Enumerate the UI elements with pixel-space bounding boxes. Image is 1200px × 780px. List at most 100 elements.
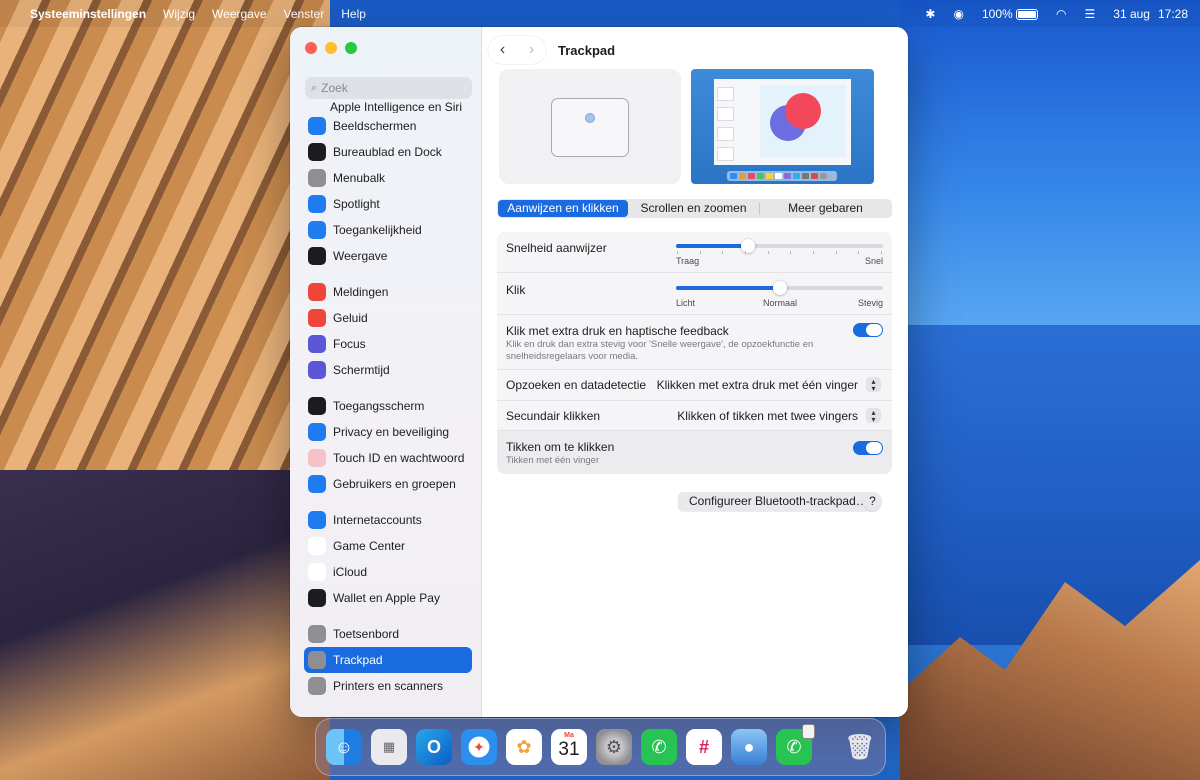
sidebar-item-hand[interactable]: Privacy en beveiliging: [304, 419, 472, 445]
dock-whatsapp-2[interactable]: ✆: [776, 724, 815, 765]
click-slider[interactable]: [676, 281, 883, 295]
sidebar-item-label: Toegankelijkheid: [333, 223, 422, 237]
sidebar-item-moon[interactable]: Focus: [304, 331, 472, 357]
sidebar-item-sun[interactable]: Beeldschermen: [304, 113, 472, 139]
sidebar-item-gamecenter[interactable]: Game Center: [304, 533, 472, 559]
sidebar-item-wallet[interactable]: Wallet en Apple Pay: [304, 585, 472, 611]
sidebar-item-appearance[interactable]: Weergave: [304, 243, 472, 269]
wifi-icon[interactable]: ◠: [1056, 7, 1066, 21]
bluetooth-icon[interactable]: ✱: [925, 7, 935, 21]
click-knob[interactable]: [773, 281, 787, 295]
tap-to-click-toggle[interactable]: [853, 441, 883, 455]
menubar-icon: [308, 169, 326, 187]
menu-help[interactable]: Help: [341, 7, 366, 21]
sidebar-item-keyboard[interactable]: Toetsenbord: [304, 621, 472, 647]
sidebar-item-label: Touch ID en wachtwoord: [333, 451, 465, 465]
screen-preview: [691, 69, 874, 184]
battery-icon: [1016, 8, 1039, 20]
sidebar-item-dock[interactable]: Bureaublad en Dock: [304, 139, 472, 165]
battery-status[interactable]: 100%: [982, 7, 1039, 21]
dock-launchpad[interactable]: ▦: [371, 729, 407, 765]
sidebar-item-label: Internetaccounts: [333, 513, 422, 527]
menu-venster[interactable]: Venster: [284, 7, 325, 21]
dock-trash[interactable]: 🗑: [842, 729, 878, 765]
lock-icon: [308, 397, 326, 415]
tab-aanwijzen[interactable]: Aanwijzen en klikken: [498, 200, 628, 217]
pointer-speed-min: Traag: [676, 256, 700, 266]
lookup-popup[interactable]: Klikken met extra druk met één vinger ▴ ▾: [657, 377, 881, 392]
pointer-speed-fill: [676, 244, 748, 248]
sidebar-item-search[interactable]: Spotlight: [304, 191, 472, 217]
sidebar-item-lock[interactable]: Toegangsscherm: [304, 393, 472, 419]
wallpaper-sky: [900, 0, 1200, 325]
sidebar-item-label: Printers en scanners: [333, 679, 444, 693]
pointer-speed-slider[interactable]: [676, 239, 883, 253]
fingerprint-icon: [308, 449, 326, 467]
sidebar-item-menubar[interactable]: Menubalk: [304, 165, 472, 191]
sidebar-item-speaker[interactable]: Geluid: [304, 305, 472, 331]
dock-app-blue[interactable]: ●: [731, 729, 767, 765]
tab-scrollen[interactable]: Scrollen en zoomen: [628, 200, 759, 217]
navigation-buttons: ‹ ›: [488, 36, 546, 64]
sidebar-item-accessibility[interactable]: Toegankelijkheid: [304, 217, 472, 243]
dock-finder[interactable]: ☺: [326, 729, 362, 765]
sidebar-item-trackpad[interactable]: Trackpad: [304, 647, 472, 673]
dock-whatsapp[interactable]: ✆: [641, 729, 677, 765]
menubar-time[interactable]: 17:28: [1158, 7, 1188, 21]
sidebar-item-apple-intelligence[interactable]: Apple Intelligence en Siri: [304, 101, 472, 113]
preview-canvas: [760, 85, 846, 157]
dock-safari[interactable]: ✦: [461, 729, 497, 765]
zoom-button[interactable]: [345, 42, 357, 54]
preview-thumbnails: [717, 87, 734, 167]
menu-wijzig[interactable]: Wijzig: [163, 7, 195, 21]
sidebar-item-label: Wallet en Apple Pay: [333, 591, 440, 605]
forward-icon[interactable]: ›: [529, 41, 534, 59]
control-center-icon[interactable]: ☰: [1085, 7, 1096, 21]
sidebar-item-label: Spotlight: [333, 197, 380, 211]
accessibility-icon: [308, 221, 326, 239]
menubar-date[interactable]: 31 aug: [1113, 7, 1150, 21]
close-button[interactable]: [305, 42, 317, 54]
sidebar-item-at[interactable]: Internetaccounts: [304, 507, 472, 533]
sidebar-item-label: Focus: [333, 337, 366, 351]
configure-bluetooth-button[interactable]: Configureer Bluetooth-trackpad…: [678, 492, 879, 511]
chevron-updown-icon: ▴ ▾: [866, 408, 881, 423]
sidebar-item-bell[interactable]: Meldingen: [304, 279, 472, 305]
sidebar-item-printer[interactable]: Printers en scanners: [304, 673, 472, 699]
badge-icon: [802, 724, 815, 739]
sidebar-item-users[interactable]: Gebruikers en groepen: [304, 471, 472, 497]
sidebar-item-cloud[interactable]: iCloud: [304, 559, 472, 585]
help-button[interactable]: ?: [863, 492, 882, 511]
tab-gebaren[interactable]: Meer gebaren: [760, 200, 891, 217]
sidebar-item-label: Weergave: [333, 249, 388, 263]
force-click-toggle[interactable]: [853, 323, 883, 337]
sidebar-item-label: Beeldschermen: [333, 119, 417, 133]
settings-window: ⌕ Zoek Apple Intelligence en Siri Beelds…: [290, 27, 908, 717]
settings-group: Snelheid aanwijzer Traag Snel Klik Licht…: [497, 232, 892, 474]
secondary-click-popup[interactable]: Klikken of tikken met twee vingers ▴ ▾: [677, 408, 881, 423]
dock-calendar[interactable]: Ma 31: [551, 729, 587, 765]
dock: ☺ ▦ O ✦ ✿ Ma 31 ⚙ ✆ # ● ✆ 🗑: [315, 718, 886, 776]
dock-system-settings[interactable]: ⚙: [596, 729, 632, 765]
click-mid: Normaal: [763, 298, 798, 308]
sidebar-item-hourglass[interactable]: Schermtijd: [304, 357, 472, 383]
dock-slack[interactable]: #: [686, 729, 722, 765]
menu-weergave[interactable]: Weergave: [212, 7, 266, 21]
search-field[interactable]: ⌕ Zoek: [305, 77, 472, 99]
cloud-icon: [308, 563, 326, 581]
dock-photos[interactable]: ✿: [506, 729, 542, 765]
gesture-preview: [499, 69, 681, 184]
sidebar-list: Apple Intelligence en Siri Beeldschermen…: [304, 101, 472, 699]
airdrop-icon[interactable]: ◉: [953, 7, 963, 21]
back-icon[interactable]: ‹: [500, 41, 505, 59]
menu-app-name[interactable]: Systeeminstellingen: [30, 7, 146, 21]
dock-outlook[interactable]: O: [416, 729, 452, 765]
hand-icon: [308, 423, 326, 441]
preview-dock: [727, 171, 837, 181]
minimize-button[interactable]: [325, 42, 337, 54]
tap-to-click-description: Tikken met één vinger: [506, 455, 600, 466]
sidebar-item-label: Privacy en beveiliging: [333, 425, 450, 439]
click-label: Klik: [506, 283, 526, 297]
sidebar-item-fingerprint[interactable]: Touch ID en wachtwoord: [304, 445, 472, 471]
